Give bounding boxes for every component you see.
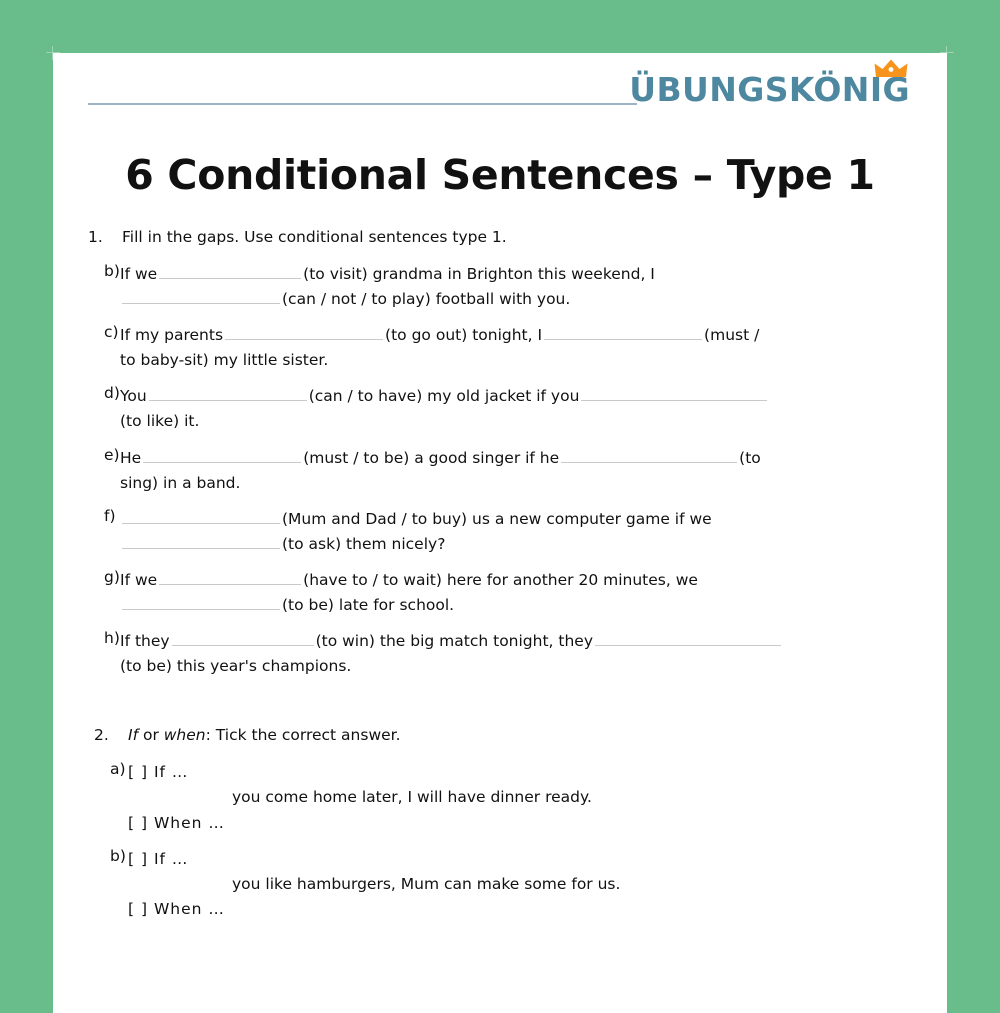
item-c-text-line2: to baby-sit) my little sister. xyxy=(120,351,329,370)
item-h-text-mid: (to win) the big match tonight, they xyxy=(315,632,594,651)
item-c-body: If my parents (to go out) tonight, I (must… xyxy=(120,323,912,373)
item-2a-label: a) xyxy=(110,760,126,779)
item-h: h) If they (to win) the big match tonight… xyxy=(88,629,912,679)
item-c-label: c) xyxy=(104,323,119,342)
exercise-2-heading: 2. If or when: Tick the correct answer. xyxy=(88,725,912,746)
item-b-text-line2: (can / not / to play) football with you. xyxy=(282,290,571,309)
item-2a-option-if[interactable]: [ ] If … xyxy=(128,763,188,781)
item-2b-option-if[interactable]: [ ] If … xyxy=(128,850,188,868)
exercise-1-number: 1. xyxy=(88,228,103,246)
worksheet-page: ÜBUNGSKÖNIG 6 Conditional Sentences – Ty… xyxy=(53,53,947,1013)
item-e-text-mid: (must / to be) a good singer if he xyxy=(303,448,560,467)
exercise-1-instruction: Fill in the gaps. Use conditional senten… xyxy=(122,228,507,246)
item-b-blank-2[interactable] xyxy=(122,289,280,305)
exercise-2-keyword-if: If xyxy=(128,726,139,745)
item-f: f) (Mum and Dad / to buy) us a new compu… xyxy=(88,507,912,557)
item-d-body: You (can / to have) my old jacket if you … xyxy=(120,384,912,434)
item-h-text-line2: (to be) this year's champions. xyxy=(120,657,352,676)
item-d-blank-1[interactable] xyxy=(148,387,307,402)
crown-icon xyxy=(874,59,908,77)
item-e-blank-1[interactable] xyxy=(143,448,302,463)
item-b-blank-1[interactable] xyxy=(159,264,302,279)
item-b-text-post: (to visit) grandma in Brighton this week… xyxy=(303,264,655,283)
item-d-label: d) xyxy=(104,384,120,403)
item-c-blank-2[interactable] xyxy=(544,325,703,341)
item-e-text-line2: sing) in a band. xyxy=(120,473,241,492)
item-d-text-line2: (to like) it. xyxy=(120,412,200,431)
exercise-2-instruction: If or when: Tick the correct answer. xyxy=(128,725,912,746)
page-title: 6 Conditional Sentences – Type 1 xyxy=(125,151,875,199)
item-f-text-line2: (to ask) them nicely? xyxy=(282,534,446,553)
header-rule xyxy=(88,103,637,105)
item-2b: b) [ ] If … you like hamburgers, Mum can… xyxy=(88,847,912,922)
exercise-2-conjunction: or xyxy=(138,726,164,745)
exercise-1: 1. Fill in the gaps. Use conditional sen… xyxy=(88,227,912,679)
item-2a-option-when[interactable]: [ ] When … xyxy=(128,814,225,832)
item-2b-sentence: you like hamburgers, Mum can make some f… xyxy=(232,874,621,893)
item-h-body: If they (to win) the big match tonight, t… xyxy=(120,629,912,679)
exercise-2-number: 2. xyxy=(94,726,109,745)
exercise-2: 2. If or when: Tick the correct answer. … xyxy=(88,725,912,922)
item-f-label: f) xyxy=(104,506,116,525)
item-e-text-post: (to xyxy=(739,448,761,467)
item-d-text-pre: You xyxy=(120,387,147,406)
brand-logo-text: ÜBUNGSKÖNIG xyxy=(629,70,910,109)
exercise-2-keyword-when: when xyxy=(163,726,206,745)
item-g: g) If we (have to / to wait) here for ano… xyxy=(88,568,912,618)
item-e-text-pre: He xyxy=(120,448,142,467)
item-b-text-pre: If we xyxy=(120,264,158,283)
item-2a-body: [ ] If … you come home later, I will hav… xyxy=(128,760,912,835)
item-d: d) You (can / to have) my old jacket if y… xyxy=(88,384,912,434)
item-f-body: (Mum and Dad / to buy) us a new computer… xyxy=(120,507,912,557)
item-c-text-post: (must / xyxy=(704,326,760,345)
item-g-text-pre: If we xyxy=(120,571,158,590)
item-2b-body: [ ] If … you like hamburgers, Mum can ma… xyxy=(128,847,912,922)
item-e-label: e) xyxy=(104,445,120,464)
exercise-1-items: b) If we (to visit) grandma in Brighton t… xyxy=(88,262,912,680)
item-2a: a) [ ] If … you come home later, I will … xyxy=(88,760,912,835)
brand-logo: ÜBUNGSKÖNIG xyxy=(629,59,910,125)
item-f-blank-1[interactable] xyxy=(122,509,280,524)
item-b-label: b) xyxy=(104,261,120,280)
item-h-text-pre: If they xyxy=(120,632,170,651)
item-g-text-line2: (to be) late for school. xyxy=(282,596,455,615)
item-b: b) If we (to visit) grandma in Brighton t… xyxy=(88,262,912,312)
item-c: c) If my parents (to go out) tonight, I (m… xyxy=(88,323,912,373)
exercise-2-instruction-tail: : Tick the correct answer. xyxy=(205,726,401,745)
item-g-body: If we (have to / to wait) here for anothe… xyxy=(120,568,912,618)
item-e-body: He (must / to be) a good singer if he (to … xyxy=(120,446,912,496)
item-h-label: h) xyxy=(104,629,120,648)
exercise-1-heading: 1. Fill in the gaps. Use conditional sen… xyxy=(88,227,912,248)
item-g-blank-1[interactable] xyxy=(159,570,302,586)
item-c-text-pre: If my parents xyxy=(120,326,224,345)
item-2b-option-when[interactable]: [ ] When … xyxy=(128,900,225,918)
item-g-text-post: (have to / to wait) here for another 20 … xyxy=(303,571,698,590)
item-e: e) He (must / to be) a good singer if he (… xyxy=(88,446,912,496)
exercise-2-items: a) [ ] If … you come home later, I will … xyxy=(88,760,912,922)
item-f-blank-2[interactable] xyxy=(122,534,280,549)
item-h-blank-1[interactable] xyxy=(171,632,314,647)
item-f-text-post: (Mum and Dad / to buy) us a new computer… xyxy=(282,509,712,528)
item-g-blank-2[interactable] xyxy=(122,595,280,611)
item-2b-label: b) xyxy=(110,846,126,865)
item-2a-sentence: you come home later, I will have dinner … xyxy=(232,788,592,807)
page-header: ÜBUNGSKÖNIG xyxy=(88,53,912,131)
item-d-blank-2[interactable] xyxy=(581,387,768,402)
item-e-blank-2[interactable] xyxy=(561,448,738,463)
item-c-text-mid: (to go out) tonight, I xyxy=(385,326,543,345)
item-c-blank-1[interactable] xyxy=(225,325,384,341)
item-h-blank-2[interactable] xyxy=(595,632,782,647)
item-g-label: g) xyxy=(104,568,120,587)
item-d-text-mid: (can / to have) my old jacket if you xyxy=(308,387,580,406)
item-b-body: If we (to visit) grandma in Brighton this… xyxy=(120,262,912,312)
